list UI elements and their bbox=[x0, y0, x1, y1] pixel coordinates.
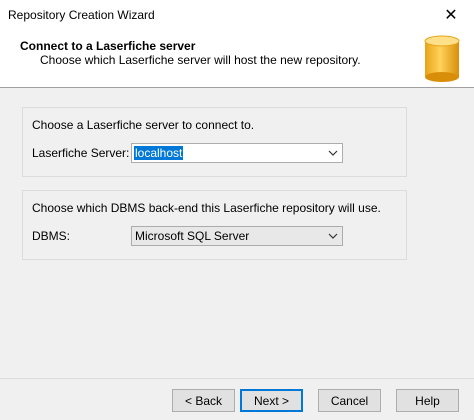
title-bar: Repository Creation Wizard ✕ bbox=[0, 0, 474, 30]
server-combobox-value[interactable]: localhost bbox=[134, 146, 184, 160]
server-group-caption: Choose a Laserfiche server to connect to… bbox=[32, 118, 255, 132]
wizard-window: Repository Creation Wizard ✕ Connect to … bbox=[0, 0, 474, 420]
page-title: Connect to a Laserfiche server bbox=[20, 39, 196, 53]
dbms-dropdown-value: Microsoft SQL Server bbox=[135, 229, 250, 243]
page-subtitle: Choose which Laserfiche server will host… bbox=[40, 53, 361, 67]
database-cylinder-icon bbox=[424, 35, 460, 82]
server-field-label: Laserfiche Server: bbox=[32, 146, 130, 160]
back-button[interactable]: < Back bbox=[172, 389, 235, 412]
laserfiche-server-combobox[interactable]: localhost bbox=[131, 143, 343, 163]
dbms-group: Choose which DBMS back-end this Laserfic… bbox=[22, 190, 407, 260]
dbms-dropdown[interactable]: Microsoft SQL Server bbox=[131, 226, 343, 246]
dbms-field-label: DBMS: bbox=[32, 229, 71, 243]
server-group: Choose a Laserfiche server to connect to… bbox=[22, 107, 407, 177]
next-button[interactable]: Next > bbox=[240, 389, 303, 412]
window-title: Repository Creation Wizard bbox=[8, 8, 155, 22]
footer-divider bbox=[0, 378, 474, 379]
close-icon[interactable]: ✕ bbox=[428, 0, 474, 30]
chevron-down-icon[interactable] bbox=[328, 147, 338, 159]
dbms-group-caption: Choose which DBMS back-end this Laserfic… bbox=[32, 201, 381, 215]
chevron-down-icon[interactable] bbox=[328, 230, 338, 242]
cancel-button[interactable]: Cancel bbox=[318, 389, 381, 412]
wizard-header: Connect to a Laserfiche server Choose wh… bbox=[0, 30, 474, 88]
help-button[interactable]: Help bbox=[396, 389, 459, 412]
